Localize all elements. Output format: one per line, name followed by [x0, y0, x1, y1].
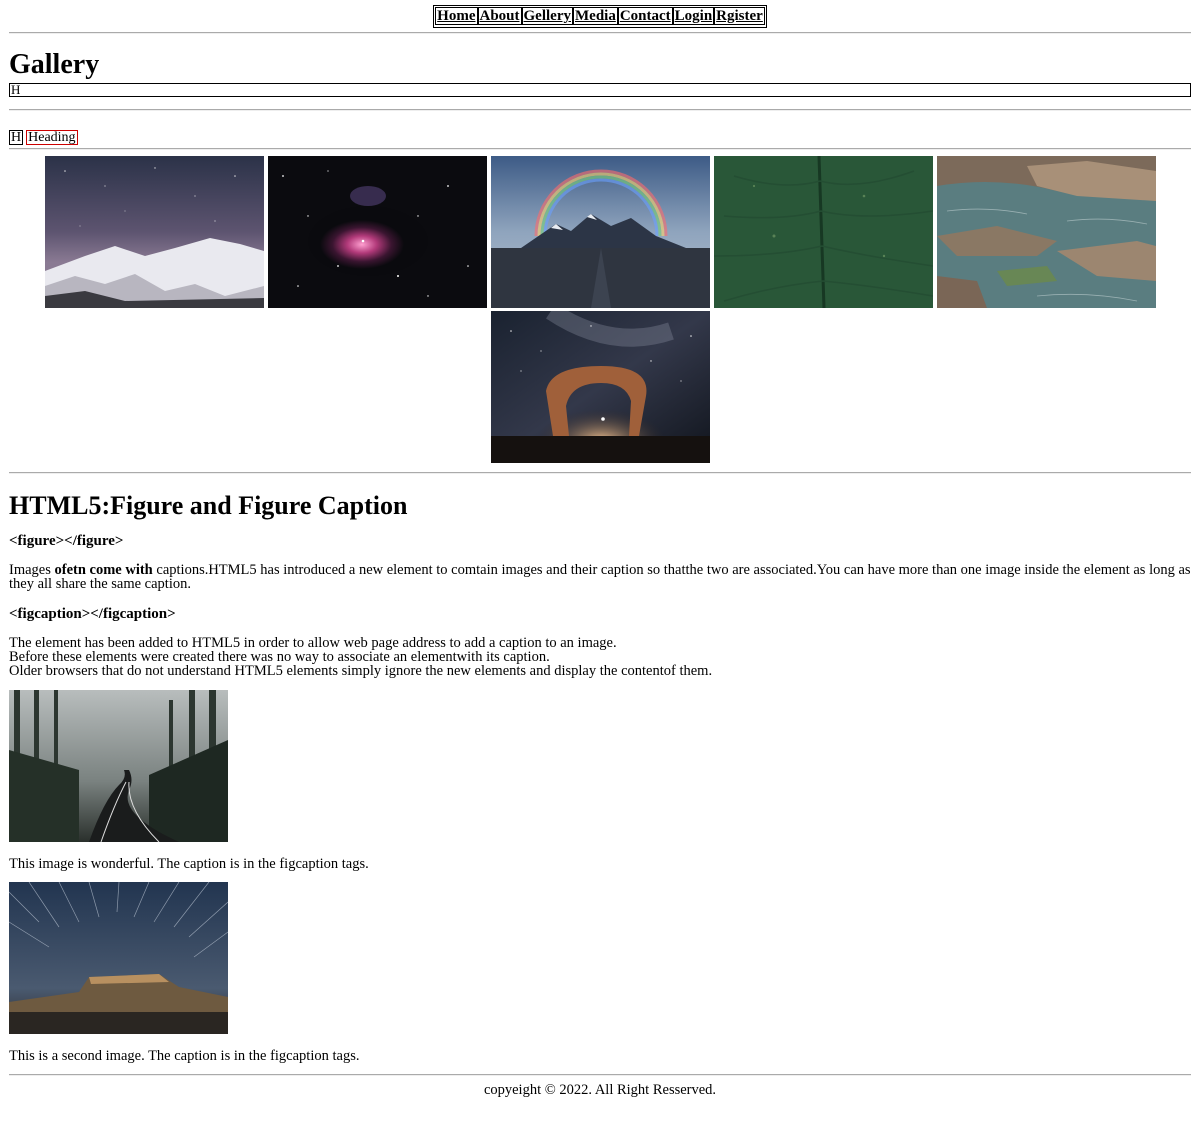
nav-link-contact[interactable]: Contact — [617, 7, 673, 25]
nav-link-login[interactable]: Login — [672, 7, 715, 25]
star-trails-mesa-image[interactable] — [9, 882, 228, 1034]
nav-link-about[interactable]: About — [477, 7, 522, 25]
snowy-mountains-night-image[interactable] — [44, 156, 264, 308]
divider — [9, 472, 1191, 474]
image-gallery — [9, 156, 1191, 463]
rocky-shore-water-image[interactable] — [936, 156, 1156, 308]
para2-line3: Older browsers that do not understand HT… — [9, 663, 713, 679]
divider — [9, 1074, 1191, 1076]
h-small-label: H — [9, 129, 24, 145]
orion-nebula-image[interactable] — [267, 156, 487, 308]
para1-text-b: captions.HTML5 has introduced a new elem… — [9, 562, 1191, 592]
figcaption-subheading: <figcaption></figcaption> — [9, 606, 176, 622]
nav-link-gallery[interactable]: Gellery — [521, 7, 573, 25]
figure-paragraph: Images ofetn come with captions.HTML5 ha… — [9, 562, 1191, 592]
misty-forest-road-image[interactable] — [9, 690, 228, 842]
page-title: Gallery — [9, 49, 100, 80]
section-title: HTML5:Figure and Figure Caption — [9, 491, 408, 520]
nav-link-media[interactable]: Media — [573, 7, 618, 25]
h-box: H — [9, 83, 1191, 97]
nav-table: Home About Gellery Media Contact Login Rgister — [433, 5, 767, 28]
figure-2-caption: This is a second image. The caption is i… — [9, 1048, 360, 1064]
figure-2: This is a second image. The caption is i… — [9, 882, 1191, 1064]
rainbow-mountain-image[interactable] — [490, 156, 710, 308]
divider — [9, 148, 1191, 150]
divider — [9, 32, 1191, 34]
heading-label: Heading — [26, 129, 78, 145]
figcaption-paragraph: The element has been added to HTML5 in o… — [9, 636, 1191, 679]
footer: copyeight © 2022. All Right Resserved. — [483, 1082, 717, 1098]
green-leaf-image[interactable] — [713, 156, 933, 308]
figure-subheading: <figure></figure> — [9, 533, 124, 549]
divider — [9, 109, 1191, 111]
nav-link-register[interactable]: Rgister — [714, 7, 765, 25]
top-nav: Home About Gellery Media Contact Login Rgister — [9, 0, 1191, 28]
heading-row: H Heading — [9, 129, 1191, 145]
figure-1-caption: This image is wonderful. The caption is … — [9, 856, 369, 872]
figure-1: This image is wonderful. The caption is … — [9, 690, 1191, 872]
page: Home About Gellery Media Contact Login Rgister… — [0, 0, 1200, 1099]
nav-link-home[interactable]: Home — [435, 7, 478, 25]
stone-arch-milky-way-image[interactable] — [490, 311, 710, 463]
